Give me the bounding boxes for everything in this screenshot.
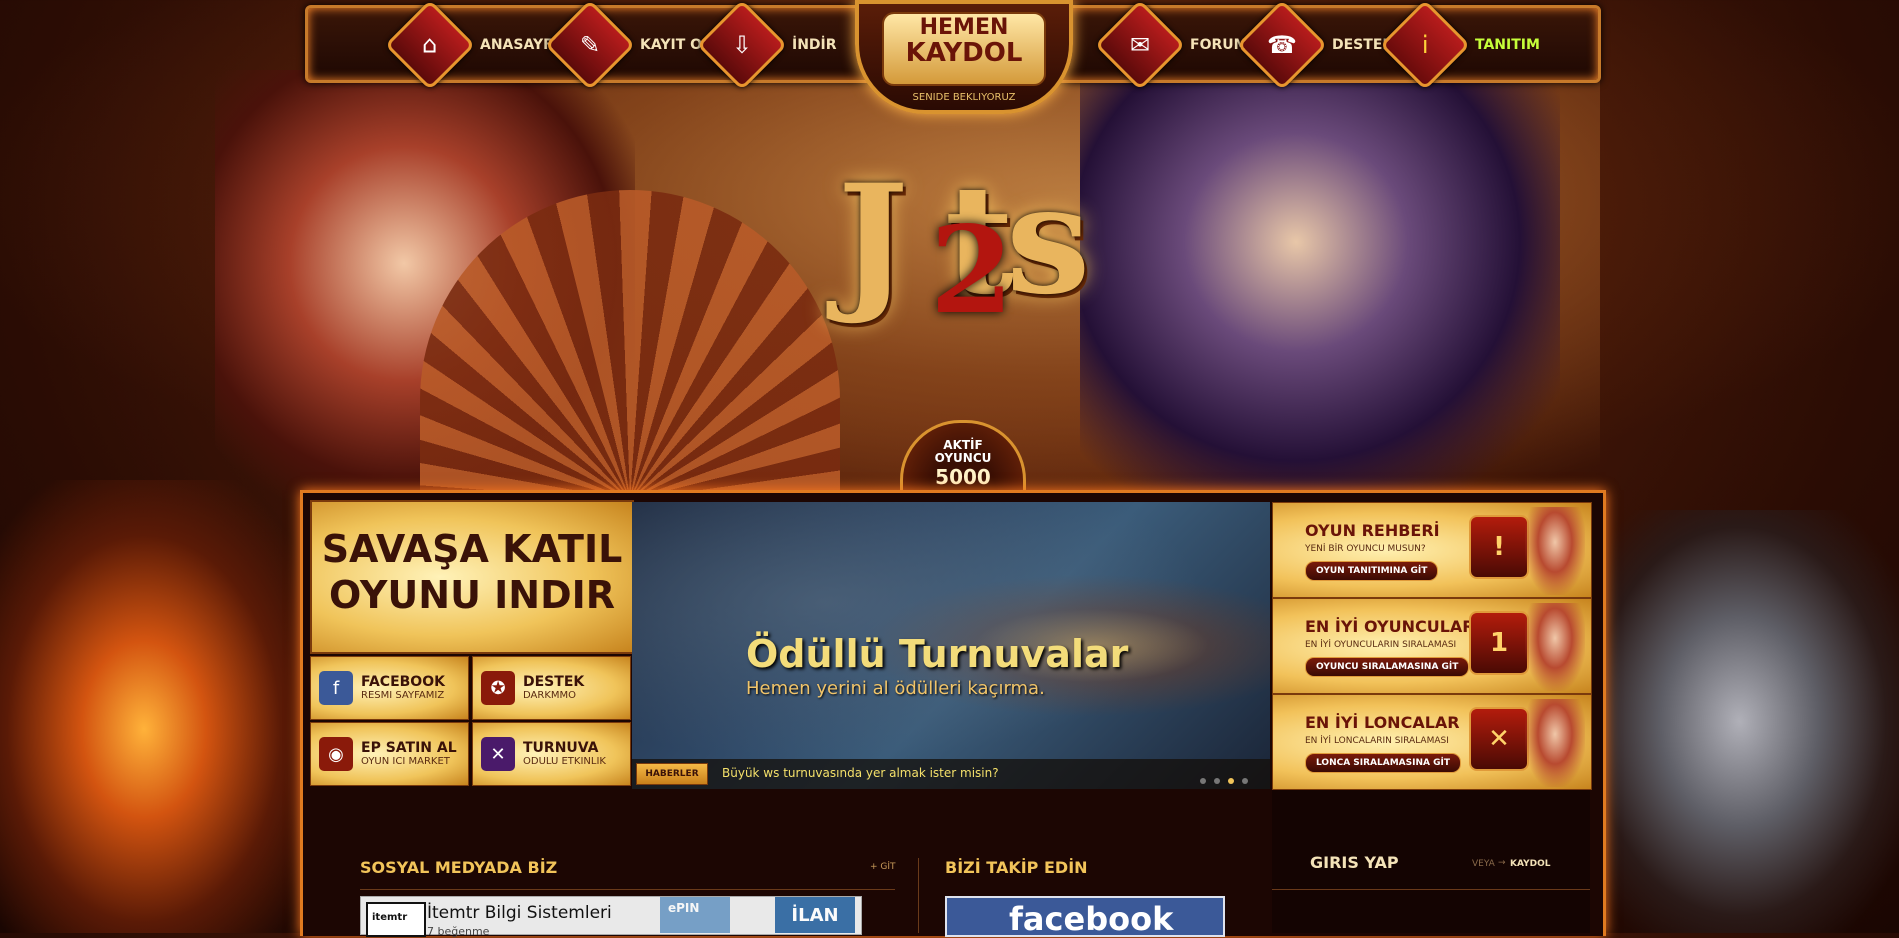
news-button[interactable]: HABERLER: [636, 763, 708, 785]
top-guilds-button[interactable]: LONCA SIRALAMASINA GİT: [1305, 753, 1461, 773]
tile-subtitle: DARKMMO: [523, 690, 576, 701]
nav-item-indir[interactable]: ⇩ İNDİR: [696, 0, 837, 91]
register-now-tagline: SENIDE BEKLIYORUZ: [912, 92, 1016, 103]
nav-label: TANITIM: [1475, 37, 1540, 53]
social-section-title: SOSYAL MEDYADA BİZ: [360, 858, 558, 877]
slider-dots: [1200, 778, 1248, 784]
box-desc: EN İYİ LONCALARIN SIRALAMASI: [1305, 736, 1449, 746]
game-guide-button[interactable]: OYUN TANITIMINA GİT: [1305, 561, 1439, 581]
register-now-plate: HEMEN KAYDOL: [882, 12, 1046, 86]
edit-icon: ✎: [544, 0, 636, 91]
login-register-link[interactable]: KAYDOL: [1510, 859, 1550, 869]
join-download-button[interactable]: SAVAŞA KATIL OYUNU INDIR: [310, 500, 634, 654]
epin-text: ePIN: [668, 901, 700, 915]
tile-destek[interactable]: ✪ DESTEK DARKMMO: [472, 656, 631, 720]
chat-icon: ✉: [1094, 0, 1186, 91]
info-icon: i: [1379, 0, 1471, 91]
tile-turnuva[interactable]: ✕ TURNUVA ODULU ETKINLIK: [472, 722, 631, 786]
slider-dot[interactable]: [1214, 778, 1220, 784]
logo-number: 2: [930, 200, 1014, 341]
box-title: OYUN REHBERİ: [1305, 521, 1440, 540]
game-logo[interactable]: J ts 2: [770, 130, 1150, 390]
tile-title: DESTEK: [523, 674, 585, 690]
box-title: EN İYİ LONCALAR: [1305, 713, 1460, 732]
section-vertical-divider: [918, 858, 919, 933]
tile-subtitle: OYUN ICI MARKET: [361, 756, 450, 767]
box-desc: EN İYİ OYUNCULARIN SIRALAMASI: [1305, 640, 1457, 650]
tile-subtitle: ODULU ETKINLIK: [523, 756, 606, 767]
tile-subtitle: RESMI SAYFAMIZ: [361, 690, 445, 701]
active-count: 5000: [935, 465, 991, 489]
itemtr-logo: itemtr: [366, 902, 426, 937]
epin-graphic: ePIN: [660, 897, 730, 933]
arrow-right-icon: →: [1498, 858, 1506, 868]
news-headline[interactable]: Büyük ws turnuvasında yer almak ister mi…: [722, 766, 999, 780]
top-players-box: EN İYİ OYUNCULAR EN İYİ OYUNCULARIN SIRA…: [1272, 598, 1592, 694]
news-slider[interactable]: Ödüllü Turnuvalar Hemen yerini al ödülle…: [632, 502, 1270, 789]
active-label-2: OYUNCU: [934, 451, 992, 465]
game-guide-box: OYUN REHBERİ YENİ BİR OYUNCU MUSUN? OYUN…: [1272, 502, 1592, 598]
slider-dot-active[interactable]: [1228, 778, 1234, 784]
login-divider: [1272, 889, 1590, 890]
facebook-icon: f: [319, 671, 353, 705]
guide-character-art: [1525, 507, 1585, 595]
register-now-line1: HEMEN: [919, 15, 1009, 40]
crossed-swords-icon: ✕: [481, 737, 515, 771]
register-now-button[interactable]: HEMEN KAYDOL SENIDE BEKLIYORUZ: [855, 0, 1073, 114]
rank-emblem-icon: 1: [1469, 611, 1529, 675]
warrior-left-art: [0, 480, 320, 933]
login-or-text: VEYA: [1472, 859, 1495, 869]
nav-item-destek[interactable]: ☎ DESTEK: [1236, 0, 1393, 91]
tile-title: FACEBOOK: [361, 674, 445, 690]
follow-section-title: BİZİ TAKİP EDİN: [945, 858, 1088, 877]
register-now-line2: KAYDOL: [905, 38, 1023, 68]
slider-dot[interactable]: [1242, 778, 1248, 784]
coin-icon: ◉: [319, 737, 353, 771]
join-line1: SAVAŞA KATIL: [321, 527, 623, 571]
guild-emblem-icon: ✕: [1469, 707, 1529, 771]
top-players-button[interactable]: OYUNCU SIRALAMASINA GİT: [1305, 657, 1470, 677]
guilds-character-art: [1525, 699, 1585, 787]
guide-emblem-icon: !: [1469, 515, 1529, 579]
top-guilds-box: EN İYİ LONCALAR EN İYİ LONCALARIN SIRALA…: [1272, 694, 1592, 790]
social-git-link[interactable]: + GİT: [870, 862, 896, 872]
tile-title: EP SATIN AL: [361, 740, 457, 756]
box-title: EN İYİ OYUNCULAR: [1305, 617, 1475, 636]
players-character-art: [1525, 603, 1585, 691]
banner-title: Ödüllü Turnuvalar: [746, 632, 1129, 676]
download-icon: ⇩: [696, 0, 788, 91]
hero-character-man: [1080, 70, 1560, 500]
fb-page-likes: 7 beğenme: [427, 925, 490, 938]
social-divider: [360, 889, 895, 890]
warrior-right-art: [1580, 510, 1899, 933]
join-line2: OYUNU INDIR: [328, 573, 616, 617]
tile-ep-satin-al[interactable]: ◉ EP SATIN AL OYUN ICI MARKET: [310, 722, 469, 786]
tile-title: TURNUVA: [523, 740, 599, 756]
login-title: GIRIS YAP: [1310, 853, 1399, 872]
nav-item-anasayfa[interactable]: ⌂ ANASAYFA: [384, 0, 562, 91]
slider-dot[interactable]: [1200, 778, 1206, 784]
nav-item-forum[interactable]: ✉ FORUM: [1094, 0, 1248, 91]
facebook-follow-widget[interactable]: facebook: [945, 896, 1225, 938]
support-emblem-icon: ✪: [481, 671, 515, 705]
nav-item-tanitim[interactable]: i TANITIM: [1379, 0, 1540, 91]
facebook-wordmark: facebook: [1009, 900, 1174, 938]
banner-subtitle: Hemen yerini al ödülleri kaçırma.: [746, 678, 1045, 699]
support-icon: ☎: [1236, 0, 1328, 91]
fb-page-name[interactable]: İtemtr Bilgi Sistemleri: [427, 903, 612, 923]
itemtr-logo-text: itemtr: [372, 912, 408, 923]
nav-label: İNDİR: [792, 37, 837, 53]
box-desc: YENİ BİR OYUNCU MUSUN?: [1305, 544, 1426, 554]
tile-facebook[interactable]: f FACEBOOK RESMI SAYFAMIZ: [310, 656, 469, 720]
ilan-graphic: İLAN: [775, 897, 855, 933]
nav-item-kayit-ol[interactable]: ✎ KAYIT OL: [544, 0, 711, 91]
home-icon: ⌂: [384, 0, 476, 91]
